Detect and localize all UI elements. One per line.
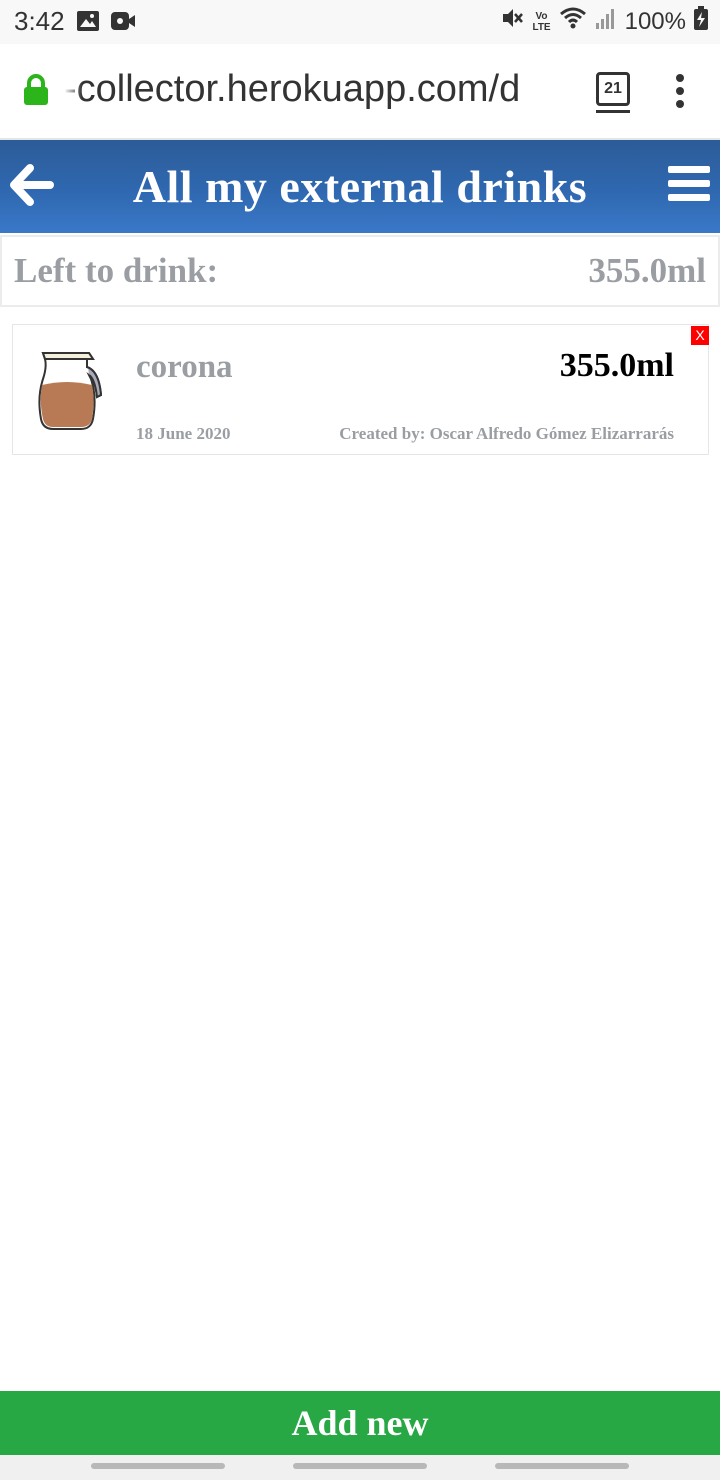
image-icon (76, 10, 100, 37)
browser-toolbar: -collector.herokuapp.com/d 21 (0, 44, 720, 140)
wifi-icon (559, 6, 587, 37)
drink-card[interactable]: corona 355.0ml 18 June 2020 Created by: … (12, 324, 709, 455)
status-notification-icons (76, 10, 136, 37)
nav-home-handle[interactable] (293, 1463, 427, 1469)
left-to-drink-panel: Left to drink: 355.0ml (0, 235, 720, 307)
status-time: 3:42 (14, 6, 65, 36)
mute-icon (500, 6, 524, 37)
browser-menu-button[interactable] (676, 74, 690, 114)
add-new-button[interactable]: Add new (0, 1391, 720, 1455)
app-header: All my external drinks (0, 140, 720, 233)
tab-switcher-button[interactable]: 21 (596, 72, 630, 113)
nav-recents-handle[interactable] (91, 1463, 225, 1469)
menu-dot-icon (676, 74, 684, 82)
nav-back-handle[interactable] (495, 1463, 629, 1469)
drink-date: 18 June 2020 (136, 424, 231, 443)
drink-creator: Created by: Oscar Alfredo Gómez Elizarra… (339, 424, 674, 443)
left-to-drink-label: Left to drink: (14, 251, 219, 290)
video-icon (110, 10, 136, 37)
menu-dot-icon (676, 87, 684, 95)
lock-icon (22, 74, 50, 111)
status-system-icons: Vo LTE 100% (500, 6, 708, 37)
signal-icon (595, 6, 617, 37)
drink-name: corona (136, 349, 233, 385)
battery-icon (694, 6, 708, 37)
system-nav-bar (0, 1455, 720, 1480)
battery-percent: 100% (624, 7, 686, 35)
hamburger-menu-icon[interactable] (668, 166, 710, 208)
url-field[interactable]: -collector.herokuapp.com/d (64, 68, 576, 116)
status-bar: 3:42 Vo LTE 100% (0, 0, 720, 44)
page-title: All my external drinks (132, 161, 588, 212)
volte-icon: Vo LTE (532, 10, 551, 33)
left-to-drink-value: 355.0ml (588, 251, 706, 290)
delete-drink-button[interactable]: X (691, 326, 709, 345)
drink-volume: 355.0ml (559, 347, 674, 384)
jug-icon (37, 349, 107, 436)
menu-dot-icon (676, 100, 684, 108)
